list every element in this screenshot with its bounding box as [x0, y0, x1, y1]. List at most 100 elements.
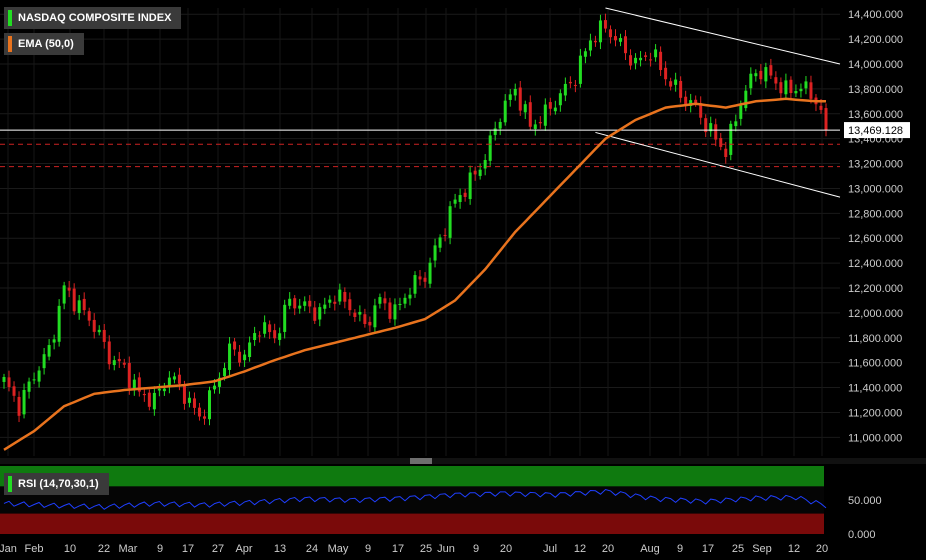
candle-body: [213, 385, 217, 390]
candle-body: [593, 40, 597, 43]
price-tick-label: 14,200.000: [848, 34, 903, 46]
candle-body: [7, 377, 11, 388]
candle-body: [613, 36, 617, 41]
candle-body: [383, 298, 387, 304]
candle-body: [659, 51, 663, 71]
candle-body: [679, 80, 683, 98]
candle-body: [488, 135, 492, 161]
time-tick-label: 10: [64, 543, 76, 555]
time-tick-label: Aug: [640, 543, 660, 555]
last-price-value: 13,469.128: [848, 125, 903, 137]
candle-body: [528, 102, 532, 127]
price-y-axis: 11,000.000 11,200.000 11,400.000 11,600.000…: [844, 9, 910, 444]
price-tick-label: 11,800.000: [848, 333, 902, 345]
candle-body: [318, 307, 322, 320]
candle-body: [563, 83, 567, 96]
time-tick-label: 13: [274, 543, 286, 555]
panel-splitter-handle[interactable]: [0, 458, 926, 464]
time-tick-label: 12: [574, 543, 586, 555]
candle-body: [333, 301, 337, 304]
candle-body: [789, 79, 793, 94]
candle-body: [298, 305, 302, 309]
candle-body: [202, 416, 206, 419]
time-tick-label: 9: [157, 543, 163, 555]
candle-body: [293, 298, 297, 309]
candle-body: [348, 299, 352, 311]
candle-body: [338, 289, 342, 302]
ema-legend-swatch: [8, 36, 12, 52]
candle-body: [32, 379, 36, 381]
time-tick-label: Jun: [437, 543, 455, 555]
price-tick-label: 12,400.000: [848, 258, 903, 270]
candle-body: [468, 172, 472, 200]
price-tick-label: 14,000.000: [848, 59, 903, 71]
candle-body: [97, 329, 101, 333]
candle-body: [263, 322, 267, 334]
price-tick-label: 13,800.000: [848, 84, 903, 96]
candle-body: [734, 121, 738, 127]
candle-body: [343, 292, 347, 302]
candle-body: [67, 287, 71, 291]
candle-body: [573, 85, 577, 87]
candle-body: [328, 299, 332, 303]
candle-body: [558, 93, 562, 106]
price-tick-label: 12,800.000: [848, 208, 903, 220]
candle-body: [268, 324, 272, 333]
time-tick-label: 24: [306, 543, 318, 555]
candle-body: [102, 329, 106, 342]
candle-body: [42, 354, 46, 369]
candle-body: [428, 262, 432, 284]
ema-legend-label: EMA (50,0): [18, 38, 74, 50]
main-price-marks: [0, 7, 841, 451]
candle-body: [208, 390, 211, 420]
time-tick-label: 27: [212, 543, 224, 555]
candle-body: [799, 88, 803, 92]
rsi-legend-label: RSI (14,70,30,1): [18, 478, 99, 490]
candle-body: [483, 160, 487, 169]
time-tick-label: 17: [182, 543, 194, 555]
candle-body: [473, 170, 477, 175]
candle-body: [523, 104, 527, 113]
time-tick-label: 22: [98, 543, 110, 555]
price-tick-label: 14,400.000: [848, 9, 903, 21]
candle-body: [669, 81, 673, 87]
candle-body: [629, 55, 633, 66]
candle-body: [809, 82, 813, 99]
candle-body: [358, 311, 362, 315]
candle-body: [283, 304, 287, 332]
candle-body: [172, 376, 176, 380]
price-tick-label: 12,000.000: [848, 308, 903, 320]
candle-body: [764, 67, 768, 82]
candle-body: [182, 385, 186, 404]
candle-body: [248, 342, 252, 358]
candle-body: [664, 67, 668, 80]
candle-body: [714, 124, 718, 140]
candle-body: [588, 40, 592, 51]
candle-body: [458, 195, 462, 202]
candle-body: [533, 124, 537, 129]
main-legend[interactable]: NASDAQ COMPOSITE INDEX: [4, 7, 182, 29]
time-tick-label: 25: [732, 543, 744, 555]
rsi-legend[interactable]: RSI (14,70,30,1): [4, 473, 109, 495]
price-tick-label: 11,400.000: [848, 383, 902, 395]
time-tick-label: 20: [816, 543, 828, 555]
candle-body: [17, 396, 21, 416]
price-tick-label: 13,600.000: [848, 109, 903, 121]
candle-body: [508, 94, 512, 100]
candle-body: [418, 276, 422, 280]
candle-body: [82, 298, 86, 311]
candle-body: [423, 277, 427, 282]
candle-body: [408, 294, 412, 299]
time-tick-label: 25: [420, 543, 432, 555]
candle-body: [453, 199, 457, 204]
candle-body: [72, 288, 76, 312]
candle-body: [769, 65, 773, 76]
ema-legend[interactable]: EMA (50,0): [4, 33, 84, 55]
candle-body: [568, 81, 572, 84]
time-tick-label: Jan: [0, 543, 17, 555]
splitter-bar: [0, 458, 926, 464]
price-tick-label: 11,200.000: [848, 407, 902, 419]
candle-body: [323, 304, 327, 309]
candle-body: [57, 305, 61, 342]
candle-body: [27, 381, 31, 392]
